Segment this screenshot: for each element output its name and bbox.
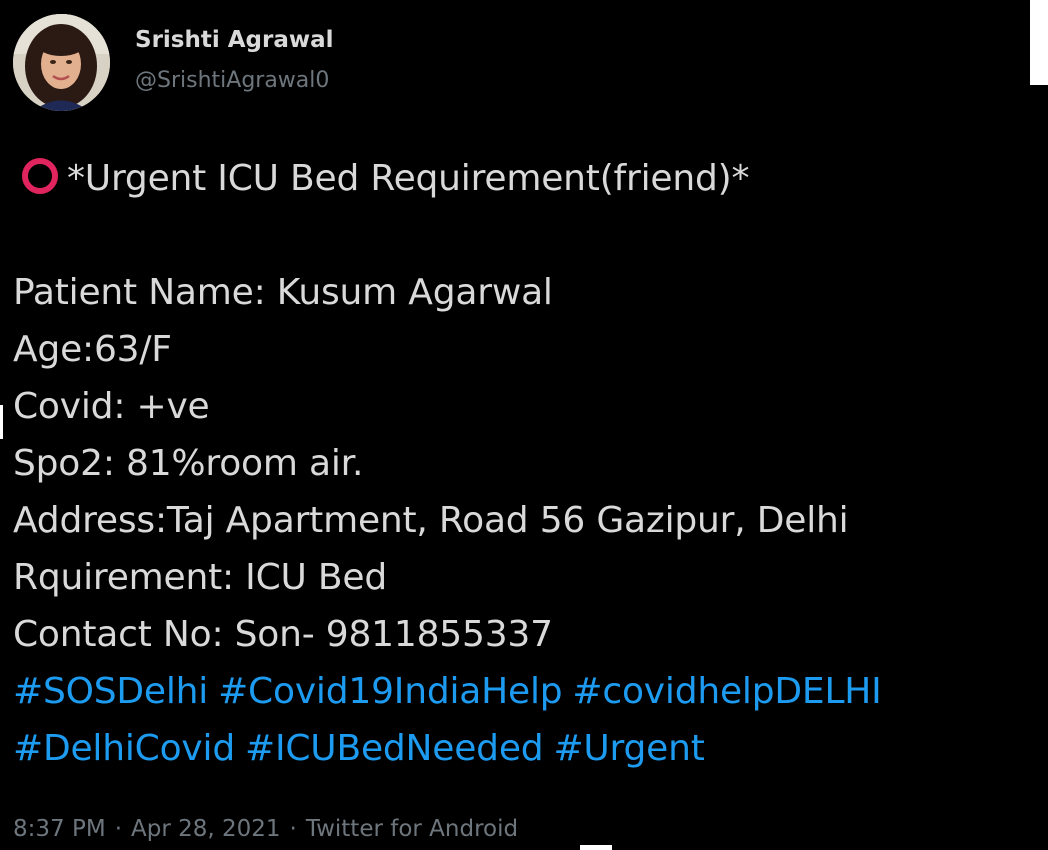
tweet-title-line: *Urgent ICU Bed Requirement(friend)*	[13, 150, 1043, 207]
profile-photo-icon	[13, 14, 110, 111]
hashtags-line-1: #SOSDelhi #Covid19IndiaHelp #covidhelpDELH…	[13, 663, 1043, 720]
hashtag-link[interactable]: #Covid19IndiaHelp	[218, 671, 563, 712]
meta-separator: ·	[289, 816, 297, 842]
requirement-line: Rquirement: ICU Bed	[13, 557, 388, 598]
tweet-title: *Urgent ICU Bed Requirement(friend)*	[67, 158, 750, 199]
crop-edge-mark	[580, 845, 612, 850]
red-circle-icon	[13, 156, 67, 196]
spo2-line: Spo2: 81%room air.	[13, 443, 364, 484]
hashtag-link[interactable]: #ICUBedNeeded	[245, 728, 544, 769]
crop-edge-mark	[1030, 0, 1048, 85]
hashtags-line-2: #DelhiCovid #ICUBedNeeded #Urgent	[13, 720, 1043, 777]
tweet-card: Srishti Agrawal @SrishtiAgrawal0 *Urgent…	[0, 0, 1048, 850]
author-avatar[interactable]	[13, 14, 110, 111]
hashtag-link[interactable]: #DelhiCovid	[13, 728, 235, 769]
tweet-source[interactable]: Twitter for Android	[306, 816, 518, 842]
hashtag-link[interactable]: #covidhelpDELHI	[572, 671, 881, 712]
contact-line: Contact No: Son- 9811855337	[13, 614, 553, 655]
author-name[interactable]: Srishti Agrawal	[135, 25, 334, 55]
patient-name-line: Patient Name: Kusum Agarwal	[13, 272, 553, 313]
tweet-time[interactable]: 8:37 PM	[13, 816, 106, 842]
meta-separator: ·	[114, 816, 122, 842]
author-handle[interactable]: @SrishtiAgrawal0	[135, 66, 329, 96]
tweet-meta: 8:37 PM · Apr 28, 2021 · Twitter for Android	[13, 812, 518, 846]
tweet-text: *Urgent ICU Bed Requirement(friend)* Pat…	[13, 150, 1043, 777]
covid-status-line: Covid: +ve	[13, 386, 210, 427]
age-line: Age:63/F	[13, 329, 172, 370]
crop-edge-mark	[0, 405, 3, 439]
hashtag-link[interactable]: #Urgent	[553, 728, 704, 769]
tweet-date[interactable]: Apr 28, 2021	[131, 816, 281, 842]
address-line: Address:Taj Apartment, Road 56 Gazipur, …	[13, 500, 849, 541]
hashtag-link[interactable]: #SOSDelhi	[13, 671, 208, 712]
